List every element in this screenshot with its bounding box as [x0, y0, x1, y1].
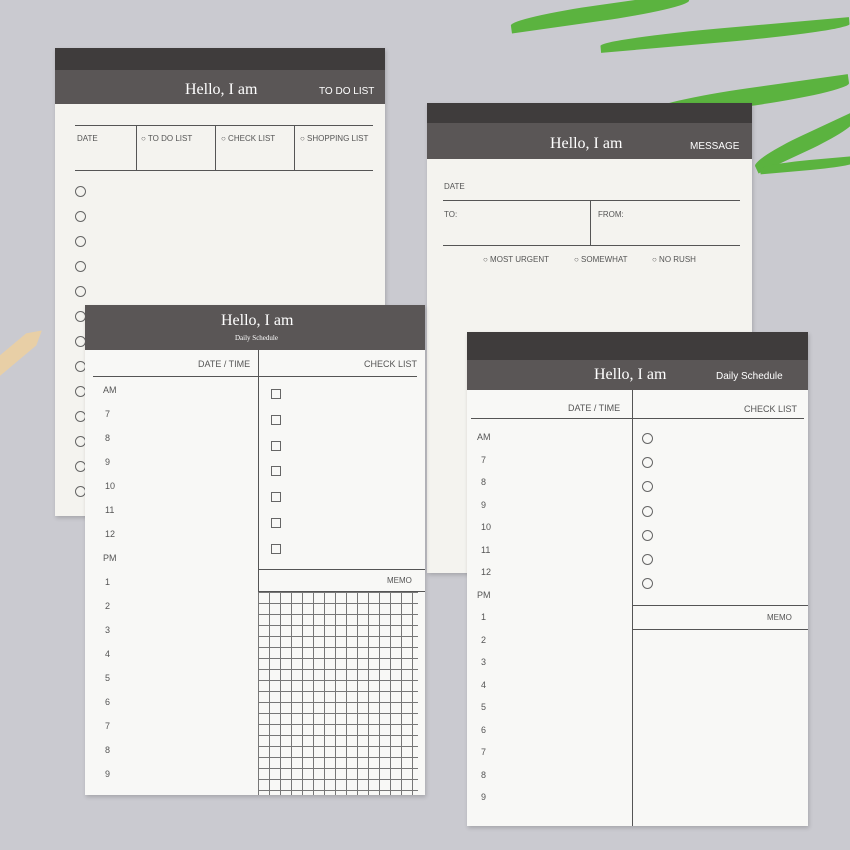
time-label: 12 [481, 567, 492, 577]
field-date: DATE [77, 134, 98, 143]
time-label: 5 [105, 673, 111, 683]
pad-title: Hello, I am [185, 81, 258, 98]
time-label: 3 [481, 657, 487, 667]
time-label: 11 [481, 544, 491, 555]
time-label: 8 [105, 433, 111, 443]
pad-tag: MESSAGE [690, 141, 740, 152]
field-checklist: ○ CHECK LIST [221, 134, 276, 143]
checkbox-icon [271, 389, 281, 399]
pad-title: Hello, I am [550, 135, 623, 152]
circle-bullet-icon [642, 433, 653, 444]
circle-bullet-icon [75, 286, 86, 297]
checkbox-icon [271, 543, 281, 554]
time-label: 1 [481, 612, 487, 622]
circle-bullet-icon [642, 481, 653, 493]
time-label: 9 [481, 792, 487, 802]
circle-bullet-icon [75, 211, 86, 222]
time-label: 4 [105, 649, 111, 659]
field-shopping: ○ SHOPPING LIST [300, 134, 369, 143]
field-date: DATE [444, 182, 465, 191]
time-label: AM [477, 432, 491, 442]
circle-bullet-icon [642, 554, 653, 565]
field-to: TO: [444, 210, 458, 219]
option-most-urgent: ○ MOST URGENT [483, 255, 550, 264]
time-label: 12 [105, 529, 116, 539]
time-label: 2 [105, 601, 111, 611]
time-label: 2 [481, 634, 487, 645]
daily-schedule-notepad-right: Hello, I am Daily Schedule DATE / TIME C… [467, 332, 808, 826]
time-label: 5 [481, 702, 487, 712]
time-label: 8 [105, 745, 111, 755]
circle-bullet-icon [642, 457, 653, 469]
time-label: PM [103, 553, 117, 563]
time-label: 9 [105, 457, 111, 467]
time-label: 7 [481, 454, 487, 465]
checkbox-icon [271, 414, 281, 425]
circle-bullet-icon [642, 578, 653, 590]
circle-bullet-icon [642, 505, 653, 517]
time-label: 6 [105, 697, 111, 707]
time-label: PM [477, 589, 491, 600]
time-label: 7 [481, 747, 487, 757]
time-label: 3 [105, 625, 111, 635]
time-label: 7 [105, 409, 111, 419]
daily-schedule-notepad-left: Hello, I am Daily Schedule DATE / TIME C… [85, 305, 425, 795]
time-label: 1 [105, 577, 111, 587]
circle-bullet-icon [75, 261, 86, 272]
time-label: 10 [481, 522, 492, 532]
pad-title: Hello, I am [221, 312, 294, 329]
pencil [0, 324, 47, 381]
checkbox-icon [271, 466, 281, 477]
checkbox-icon [271, 518, 281, 528]
memo-label: MEMO [767, 613, 792, 622]
field-from: FROM: [598, 210, 624, 219]
circle-bullet-icon [75, 236, 86, 247]
option-no-rush: ○ NO RUSH [652, 255, 696, 264]
leaf [509, 0, 691, 34]
memo-grid [258, 592, 418, 795]
date-time-label: DATE / TIME [198, 359, 251, 369]
field-todo: ○ TO DO LIST [141, 134, 193, 143]
time-label: 8 [481, 477, 487, 487]
circle-bullet-icon [642, 529, 653, 541]
time-label: 9 [105, 769, 111, 779]
leaf [599, 17, 850, 53]
time-label: 9 [481, 499, 487, 510]
time-label: 10 [105, 481, 116, 491]
pad-tag: TO DO LIST [319, 86, 375, 97]
date-time-label: DATE / TIME [568, 403, 621, 413]
option-somewhat: ○ SOMEWHAT [574, 255, 628, 264]
pad-tag: Daily Schedule [716, 371, 783, 382]
checkbox-icon [271, 492, 281, 503]
time-label: AM [103, 385, 117, 395]
check-list-label: CHECK LIST [744, 404, 798, 414]
checkbox-icon [271, 440, 281, 451]
circle-bullet-icon [75, 186, 86, 197]
time-label: 8 [481, 769, 487, 780]
time-label: 7 [105, 721, 111, 731]
pad-title: Hello, I am [594, 366, 667, 383]
time-label: 6 [481, 724, 487, 735]
memo-label: MEMO [387, 576, 412, 585]
pad-subtitle: Daily Schedule [235, 334, 278, 342]
check-list-label: CHECK LIST [364, 359, 418, 369]
time-label: 11 [105, 505, 115, 515]
time-label: 4 [481, 679, 487, 690]
